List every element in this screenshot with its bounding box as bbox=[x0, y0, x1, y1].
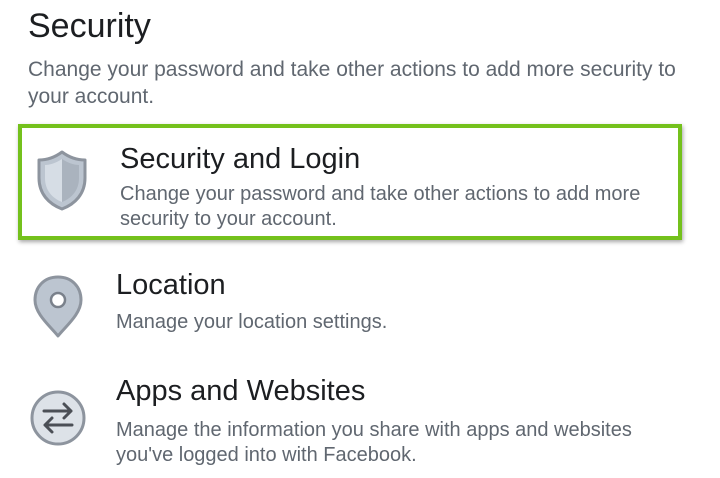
apps-and-websites-title: Apps and Websites bbox=[116, 375, 366, 407]
shield-icon bbox=[37, 150, 87, 211]
section-description: Change your password and take other acti… bbox=[28, 58, 676, 108]
apps-and-websites-description: Manage the information you share with ap… bbox=[116, 419, 632, 466]
security-and-login-description: Change your password and take other acti… bbox=[120, 183, 641, 230]
section-title: Security bbox=[28, 7, 151, 45]
security-and-login-title: Security and Login bbox=[120, 143, 361, 175]
location-description: Manage your location settings. bbox=[116, 311, 388, 333]
location-item[interactable]: Location Manage your location settings. bbox=[18, 262, 682, 348]
swap-arrows-icon bbox=[30, 390, 86, 446]
location-title: Location bbox=[116, 269, 226, 301]
security-and-login-item[interactable]: Security and Login Change your password … bbox=[18, 124, 682, 240]
apps-and-websites-item[interactable]: Apps and Websites Manage the information… bbox=[18, 370, 682, 470]
location-pin-icon bbox=[33, 275, 83, 338]
